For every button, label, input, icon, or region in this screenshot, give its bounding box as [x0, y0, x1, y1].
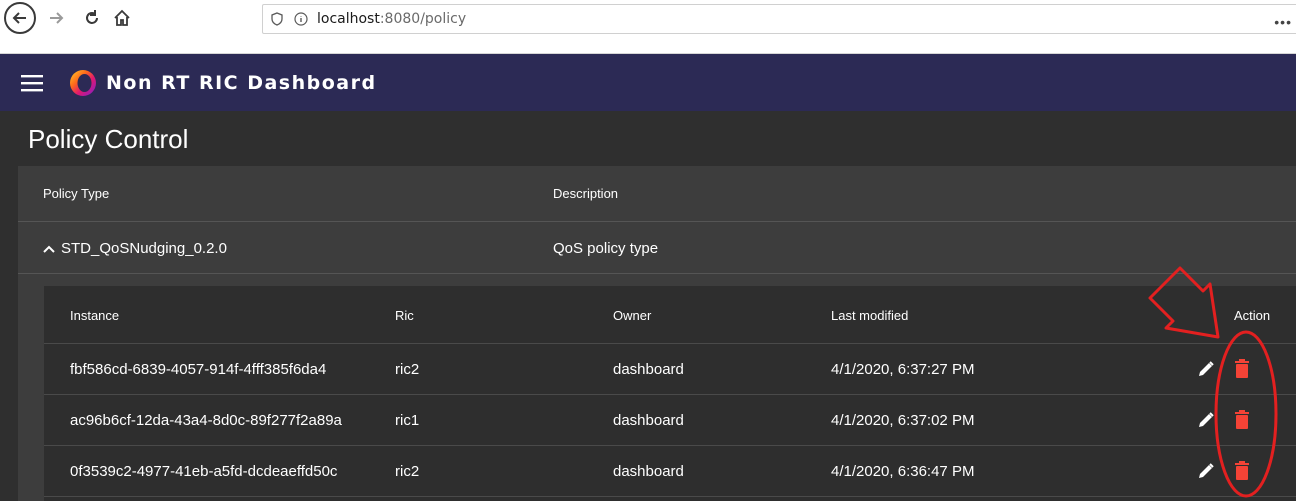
chevron-up-icon[interactable] — [43, 244, 55, 254]
trash-icon — [1235, 410, 1249, 429]
url-path: :8080/policy — [379, 11, 467, 27]
arrow-left-icon — [12, 12, 26, 24]
reload-icon — [86, 10, 98, 24]
pencil-icon — [1199, 463, 1214, 478]
reload-button[interactable] — [80, 4, 104, 32]
forward-button[interactable] — [44, 4, 68, 32]
home-icon — [114, 9, 130, 26]
url-host: localhost — [317, 11, 380, 27]
instance-last-modified: 4/1/2020, 6:36:47 PM — [831, 463, 975, 480]
policy-type-row[interactable]: STD_QoSNudging_0.2.0 QoS policy type — [18, 223, 1296, 274]
pencil-icon — [1199, 361, 1214, 376]
instance-last-modified: 4/1/2020, 6:37:02 PM — [831, 412, 975, 429]
edit-button[interactable] — [1194, 408, 1218, 432]
delete-button[interactable] — [1230, 408, 1254, 432]
policy-instances-table: Instance Ric Owner Last modified Action … — [44, 286, 1296, 501]
app-title: Non RT RIC Dashboard — [106, 71, 377, 94]
header-description[interactable]: Description — [553, 186, 618, 201]
edit-button[interactable] — [1194, 357, 1218, 381]
table-row[interactable]: fbf586cd-6839-4057-914f-4fff385f6da4 ric… — [44, 344, 1296, 395]
header-ric[interactable]: Ric — [395, 308, 414, 323]
shield-icon — [267, 12, 287, 26]
policy-types-table: Policy Type Description STD_QoSNudging_0… — [18, 166, 1296, 501]
instance-id: ac96b6cf-12da-43a4-8d0c-89f277f2a89a — [70, 412, 342, 429]
app-logo-icon — [70, 69, 96, 96]
instance-owner: dashboard — [613, 412, 684, 429]
info-icon[interactable] — [291, 12, 311, 26]
instance-owner: dashboard — [613, 361, 684, 378]
instance-id: 0f3539c2-4977-41eb-a5fd-dcdeaeffd50c — [70, 463, 338, 480]
back-button[interactable] — [4, 2, 36, 34]
table-row[interactable]: 0f3539c2-4977-41eb-a5fd-dcdeaeffd50c ric… — [44, 446, 1296, 497]
header-last-modified[interactable]: Last modified — [831, 308, 908, 323]
policy-type-name[interactable]: STD_QoSNudging_0.2.0 — [43, 240, 227, 257]
instance-ric: ric1 — [395, 412, 420, 429]
header-policy-type[interactable]: Policy Type — [43, 186, 109, 201]
hamburger-menu-icon[interactable] — [18, 68, 48, 98]
instance-id: fbf586cd-6839-4057-914f-4fff385f6da4 — [70, 361, 327, 378]
header-owner[interactable]: Owner — [613, 308, 651, 323]
instance-last-modified: 4/1/2020, 6:37:27 PM — [831, 361, 975, 378]
instance-ric: ric2 — [395, 361, 420, 378]
header-action: Action — [1234, 308, 1271, 323]
url-text: localhost:8080/policy — [317, 11, 466, 27]
policy-type-description: QoS policy type — [553, 240, 659, 257]
edit-button[interactable] — [1194, 459, 1218, 483]
instances-header: Instance Ric Owner Last modified Action — [44, 286, 1296, 344]
delete-button[interactable] — [1230, 459, 1254, 483]
instance-owner: dashboard — [613, 463, 684, 480]
trash-icon — [1235, 461, 1249, 480]
app-header: Non RT RIC Dashboard — [0, 54, 1296, 111]
pencil-icon — [1199, 412, 1214, 427]
instance-ric: ric2 — [395, 463, 420, 480]
url-bar[interactable]: localhost:8080/policy — [262, 4, 1296, 34]
page-title: Policy Control — [28, 124, 189, 154]
home-button[interactable] — [110, 4, 134, 32]
more-options-icon[interactable]: ••• — [1274, 14, 1292, 30]
delete-button[interactable] — [1230, 357, 1254, 381]
browser-toolbar: localhost:8080/policy ••• — [0, 0, 1296, 54]
policy-types-header: Policy Type Description — [18, 166, 1296, 222]
header-instance[interactable]: Instance — [70, 308, 119, 323]
arrow-right-icon — [50, 12, 64, 24]
table-row[interactable]: ac96b6cf-12da-43a4-8d0c-89f277f2a89a ric… — [44, 395, 1296, 446]
trash-icon — [1235, 359, 1249, 378]
policy-type-label: STD_QoSNudging_0.2.0 — [61, 240, 227, 257]
